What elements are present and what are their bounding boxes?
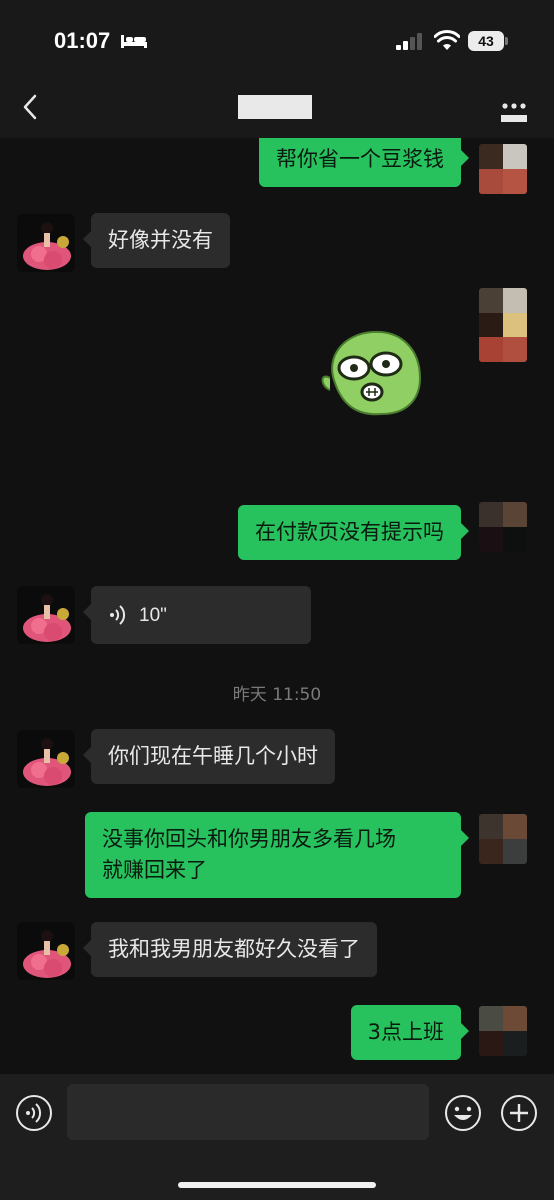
voice-message[interactable]: 10" (83, 586, 311, 644)
message-line: 就赚回来了 (102, 858, 207, 882)
cellular-signal-icon (396, 33, 422, 50)
my-avatar[interactable] (479, 502, 527, 552)
message-list[interactable]: 帮你省一个豆浆钱 好像并没有 在付款页没有提示吗 10" 昨天 11:50 你们… (0, 138, 554, 1074)
incoming-message[interactable]: 我和我男朋友都好久没看了 (83, 922, 377, 977)
voice-input-icon[interactable] (15, 1094, 53, 1132)
home-indicator[interactable] (178, 1182, 376, 1188)
status-time: 01:07 (54, 28, 111, 53)
battery-tip (505, 37, 508, 45)
emoji-icon[interactable] (444, 1094, 482, 1132)
chat-header (0, 80, 554, 138)
timestamp: 昨天 11:50 (232, 685, 322, 705)
my-avatar[interactable] (479, 814, 527, 864)
plus-circle-icon[interactable] (500, 1094, 538, 1132)
contact-avatar-image (17, 214, 75, 272)
contact-avatar[interactable] (17, 214, 75, 272)
contact-avatar[interactable] (17, 730, 75, 788)
chat-title (238, 95, 312, 119)
green-blob-shocked-sticker[interactable] (316, 320, 428, 420)
status-bar: 01:07 43 (0, 0, 554, 80)
contact-avatar-image (17, 586, 75, 644)
message-input[interactable] (67, 1084, 429, 1140)
bed-icon (121, 35, 147, 48)
contact-avatar-image (17, 730, 75, 788)
message-line: 没事你回头和你男朋友多看几场 (102, 827, 396, 851)
my-avatar[interactable] (479, 288, 527, 362)
more-dots-icon[interactable] (500, 102, 528, 124)
battery-indicator: 43 (468, 31, 504, 51)
outgoing-message[interactable]: 帮你省一个豆浆钱 (259, 138, 469, 187)
voice-wave-icon (110, 605, 126, 625)
contact-avatar[interactable] (17, 586, 75, 644)
contact-avatar-image (17, 922, 75, 980)
outgoing-message[interactable]: 3点上班 (350, 1005, 470, 1060)
wifi-icon (434, 30, 460, 50)
my-avatar[interactable] (479, 144, 527, 194)
incoming-message[interactable]: 好像并没有 (83, 213, 230, 268)
contact-avatar[interactable] (17, 922, 75, 980)
voice-duration: 10" (139, 605, 167, 626)
my-avatar[interactable] (479, 1006, 527, 1056)
incoming-message[interactable]: 你们现在午睡几个小时 (83, 729, 335, 784)
outgoing-message[interactable]: 没事你回头和你男朋友多看几场 就赚回来了 (85, 812, 469, 898)
outgoing-message[interactable]: 在付款页没有提示吗 (238, 505, 469, 560)
chevron-left-icon[interactable] (18, 92, 44, 122)
